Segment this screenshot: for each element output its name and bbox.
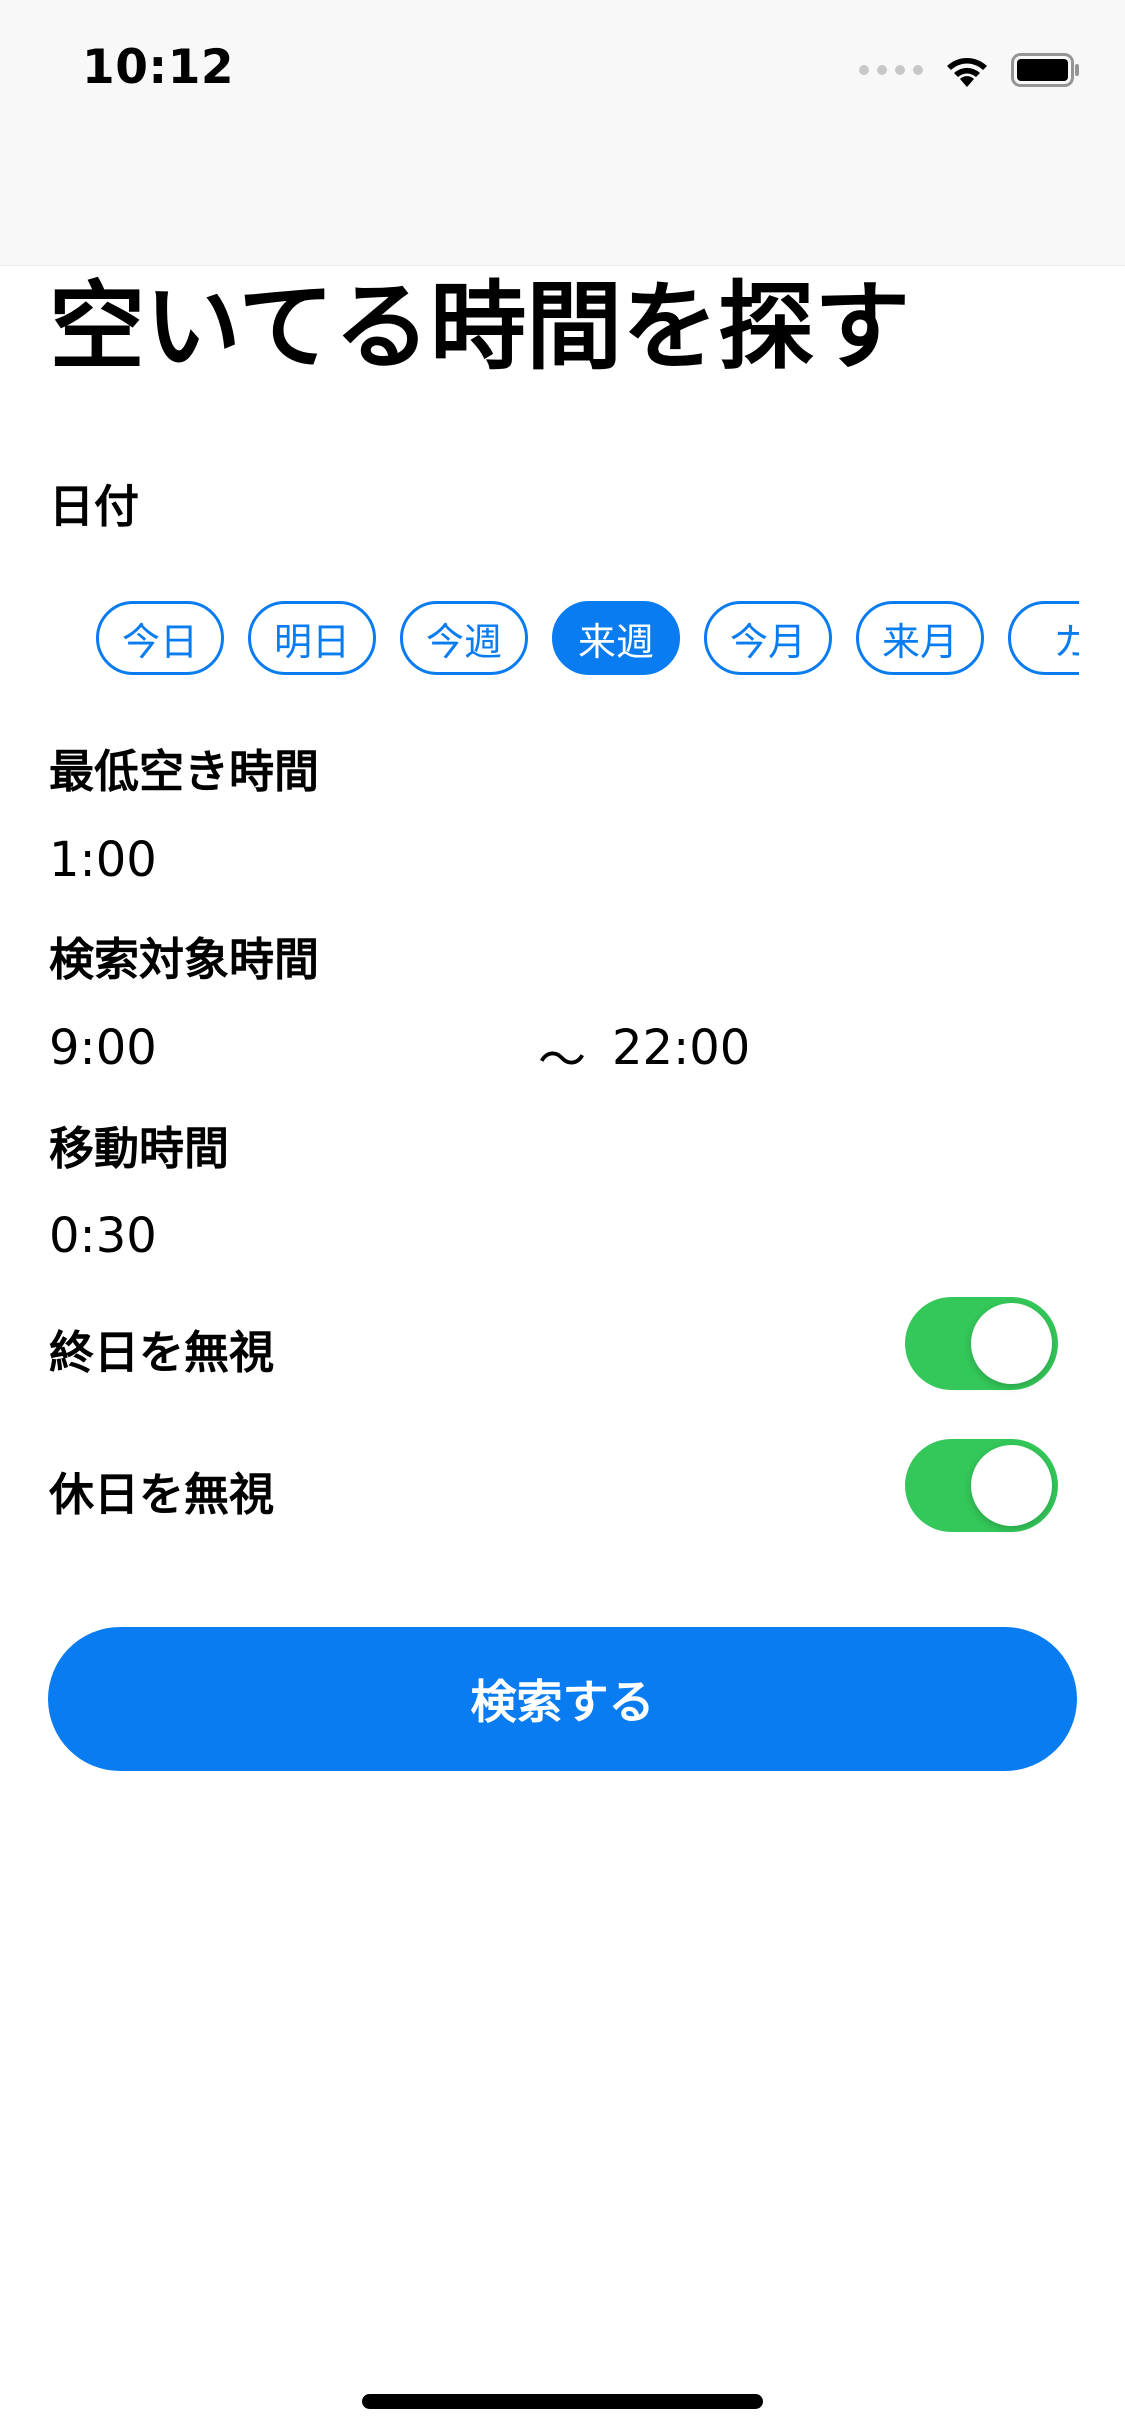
- search-range-label: 検索対象時間: [49, 933, 320, 986]
- travel-time-label: 移動時間: [49, 1122, 230, 1175]
- search-button[interactable]: 検索する: [48, 1627, 1077, 1771]
- home-indicator: [362, 2394, 763, 2409]
- search-range-end[interactable]: 22:00: [612, 1020, 750, 1076]
- date-chip[interactable]: カ: [1008, 601, 1079, 675]
- date-label: 日付: [49, 480, 140, 533]
- ignore-holidays-toggle[interactable]: [905, 1439, 1058, 1532]
- signal-icon: [859, 65, 923, 75]
- search-range-separator: 〜: [538, 1032, 587, 1088]
- battery-icon: [1011, 53, 1081, 87]
- search-range-start[interactable]: 9:00: [49, 1020, 157, 1076]
- date-chip[interactable]: 来月: [856, 601, 984, 675]
- page-title: 空いてる時間を探す: [49, 271, 911, 383]
- date-chip[interactable]: 今週: [400, 601, 528, 675]
- min-free-time-value[interactable]: 1:00: [49, 832, 157, 888]
- date-chip[interactable]: 今月: [704, 601, 832, 675]
- status-icons: [859, 50, 1081, 90]
- wifi-icon: [945, 53, 989, 87]
- date-chip[interactable]: 今日: [96, 601, 224, 675]
- toggle-knob: [971, 1303, 1052, 1384]
- date-chip[interactable]: 明日: [248, 601, 376, 675]
- ignore-all-day-toggle[interactable]: [905, 1297, 1058, 1390]
- date-chips: 今日 明日 今週 来週 今月 来月カ: [96, 598, 1079, 678]
- date-chip-scroller[interactable]: 今日 明日 今週 来週 今月 来月カ: [96, 598, 1079, 678]
- ignore-all-day-label: 終日を無視: [49, 1326, 275, 1379]
- toggle-knob: [971, 1445, 1052, 1526]
- status-time: 10:12: [82, 40, 235, 95]
- navigation-bar: 10:12: [0, 0, 1125, 266]
- min-free-time-label: 最低空き時間: [49, 745, 320, 798]
- travel-time-value[interactable]: 0:30: [49, 1208, 157, 1264]
- ignore-holidays-label: 休日を無視: [49, 1468, 275, 1521]
- date-chip[interactable]: 来週: [552, 601, 680, 675]
